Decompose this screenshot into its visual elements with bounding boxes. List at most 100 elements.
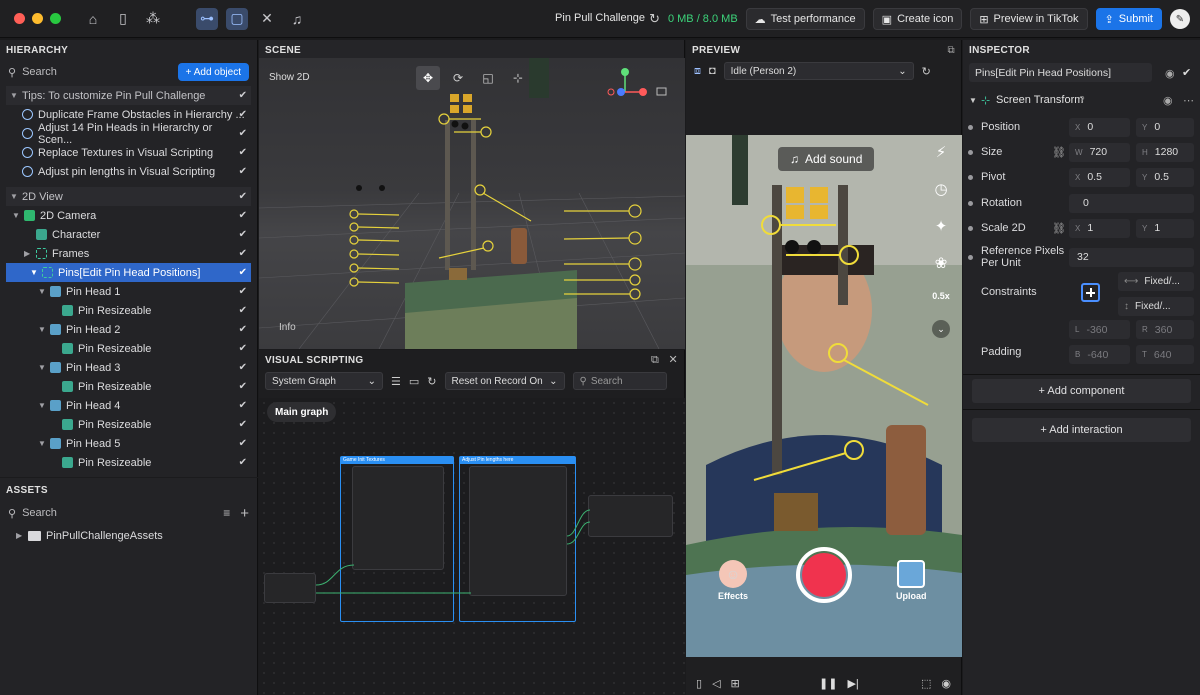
crop-icon[interactable]: ⬚ (921, 677, 931, 690)
chevron-right-icon[interactable]: ▶ (24, 249, 34, 258)
reset-select[interactable]: Reset on Record On ⌄ (444, 372, 565, 390)
check-icon[interactable]: ✔ (239, 324, 247, 335)
phone-preview[interactable]: ♫ Add sound ⚡ ◷ ✦ ❀ 0.5x ⌄ ☺ Effects Uplo… (686, 135, 962, 657)
refresh-icon[interactable]: ↻ (922, 65, 931, 78)
refresh-icon[interactable]: ↻ (427, 375, 436, 388)
assets-search-input[interactable]: Search (22, 507, 217, 519)
check-icon[interactable]: ✔ (239, 128, 247, 139)
list-item[interactable]: ▼ Pin Head 1 ✔ (0, 282, 257, 301)
panel-icon[interactable]: ▭ (409, 375, 419, 388)
chevron-down-icon[interactable]: ▼ (30, 268, 40, 277)
upload-button[interactable]: Upload (896, 560, 927, 601)
add-object-button[interactable]: + Add object (177, 63, 249, 81)
tools-icon[interactable]: ✕ (256, 8, 278, 30)
constraint-h-select[interactable]: ⟷ Fixed/... (1118, 272, 1194, 291)
add-component-button[interactable]: + Add component (972, 379, 1191, 403)
more-icon[interactable]: ⋯ (1183, 94, 1194, 107)
list-item[interactable]: ▶ Frames ✔ (0, 244, 257, 263)
ref-pixels-field[interactable]: 32 (1069, 247, 1194, 267)
check-icon[interactable]: ✔ (239, 90, 247, 101)
scale-y-field[interactable]: Y1 (1136, 218, 1194, 238)
screen-transform-header[interactable]: ▼ ⊹ Screen Transform ? ◉ ⋯ (963, 90, 1200, 110)
check-icon[interactable]: ✔ (239, 109, 247, 120)
timer-icon[interactable]: ◷ (934, 180, 947, 198)
anchor-widget[interactable] (1067, 273, 1113, 311)
padding-top-field[interactable]: T 640 (1136, 345, 1194, 364)
zoom-window-button[interactable] (50, 13, 61, 24)
list-item[interactable]: Adjust pin lengths in Visual Scripting ✔ (0, 162, 257, 181)
pause-icon[interactable]: ❚❚ (819, 677, 837, 690)
device-icon[interactable]: ▯ (696, 677, 702, 690)
padding-bottom-field[interactable]: B -640 (1069, 345, 1130, 364)
constraint-v-select[interactable]: ↕ Fixed/... (1118, 297, 1194, 316)
test-performance-button[interactable]: ☁ Test performance (745, 8, 865, 30)
check-icon[interactable]: ✔ (239, 166, 247, 177)
add-icon[interactable]: + (240, 505, 249, 522)
graph-canvas[interactable]: Main graph Game Init Textures Adjust Pin… (259, 398, 685, 695)
list-item[interactable]: ▼ 2D Camera ✔ (0, 206, 257, 225)
list-item[interactable]: Pin Resizeable ✔ (0, 415, 257, 434)
check-icon[interactable]: ✔ (239, 267, 247, 278)
settings-icon[interactable]: ◉ (1163, 94, 1173, 107)
check-icon[interactable]: ✔ (239, 229, 247, 240)
create-icon-button[interactable]: ▣ Create icon (872, 8, 963, 30)
position-x-field[interactable]: X0 (1069, 117, 1130, 137)
check-icon[interactable]: ✔ (239, 419, 247, 430)
chevron-down-icon[interactable]: ▼ (38, 439, 48, 448)
add-icon[interactable]: ⊞ (731, 677, 740, 690)
scale-x-field[interactable]: X1 (1069, 218, 1130, 238)
preview-tiktok-button[interactable]: ⊞ Preview in TikTok (970, 8, 1088, 30)
list-item[interactable]: Pin Resizeable ✔ (0, 301, 257, 320)
list-icon[interactable]: ☰ (391, 375, 401, 388)
chevron-down-icon[interactable]: ▼ (38, 287, 48, 296)
link-icon[interactable]: ⛓ (1052, 146, 1066, 159)
check-icon[interactable]: ✔ (239, 248, 247, 259)
magic-wand-icon[interactable]: ✦ (935, 217, 948, 235)
list-item[interactable]: Replace Textures in Visual Scripting ✔ (0, 143, 257, 162)
filter-icon[interactable]: ≡ (223, 506, 230, 520)
phone-layout-icon[interactable]: ▢ (226, 7, 248, 30)
link-icon[interactable]: ⛓ (1052, 222, 1066, 235)
check-icon[interactable]: ✔ (239, 343, 247, 354)
record-button[interactable] (796, 547, 852, 603)
close-icon[interactable]: ✕ (668, 354, 678, 366)
record-icon[interactable]: ◉ (941, 677, 951, 690)
scene-viewport[interactable]: Show 2D ✥ ⟳ ◱ ⊹ Info (259, 58, 685, 349)
check-icon[interactable]: ✔ (239, 457, 247, 468)
help-icon[interactable]: ? (1079, 95, 1085, 106)
filters-icon[interactable]: ❀ (935, 254, 948, 272)
check-icon[interactable]: ✔ (239, 305, 247, 316)
speed-button[interactable]: 0.5x (932, 291, 950, 301)
check-icon[interactable]: ✔ (239, 286, 247, 297)
hierarchy-search-input[interactable]: Search (22, 66, 172, 78)
list-item[interactable]: ▼ Pin Head 2 ✔ (0, 320, 257, 339)
vs-search-input[interactable]: ⚲ Search (572, 372, 667, 390)
list-item[interactable]: Pin Resizeable ✔ (0, 453, 257, 472)
list-item[interactable]: Pin Resizeable ✔ (0, 339, 257, 358)
size-w-field[interactable]: W 720 (1069, 142, 1130, 162)
minimize-window-button[interactable] (32, 13, 43, 24)
check-icon[interactable]: ✔ (239, 210, 247, 221)
chevron-right-icon[interactable]: ▶ (16, 531, 26, 540)
refresh-icon[interactable]: ↻ (649, 11, 660, 27)
submit-button[interactable]: ⇪ Submit (1095, 8, 1162, 30)
camera-icon[interactable]: ◘ (709, 65, 716, 77)
settings-icon[interactable]: ◉ (1165, 67, 1175, 80)
check-icon[interactable]: ✔ (239, 438, 247, 449)
size-h-field[interactable]: H 1280 (1136, 142, 1194, 162)
home-icon[interactable]: ⌂ (82, 8, 104, 30)
padding-left-field[interactable]: L -360 (1069, 320, 1130, 339)
list-item[interactable]: Pin Resizeable ✔ (0, 377, 257, 396)
close-window-button[interactable] (14, 13, 25, 24)
list-item[interactable]: ▼ Pin Head 4 ✔ (0, 396, 257, 415)
check-icon[interactable]: ✔ (1182, 66, 1191, 79)
check-icon[interactable]: ✔ (239, 362, 247, 373)
chevron-down-icon[interactable]: ▼ (10, 192, 20, 201)
chevron-down-icon[interactable]: ▼ (969, 96, 977, 105)
check-icon[interactable]: ✔ (239, 400, 247, 411)
list-item[interactable]: Character ✔ (0, 225, 257, 244)
graph-select[interactable]: System Graph ⌄ (265, 372, 383, 390)
effects-button[interactable]: ☺ Effects (718, 560, 748, 601)
avatar[interactable]: ✎ (1170, 9, 1190, 29)
add-sound-button[interactable]: ♫ Add sound (778, 147, 875, 171)
